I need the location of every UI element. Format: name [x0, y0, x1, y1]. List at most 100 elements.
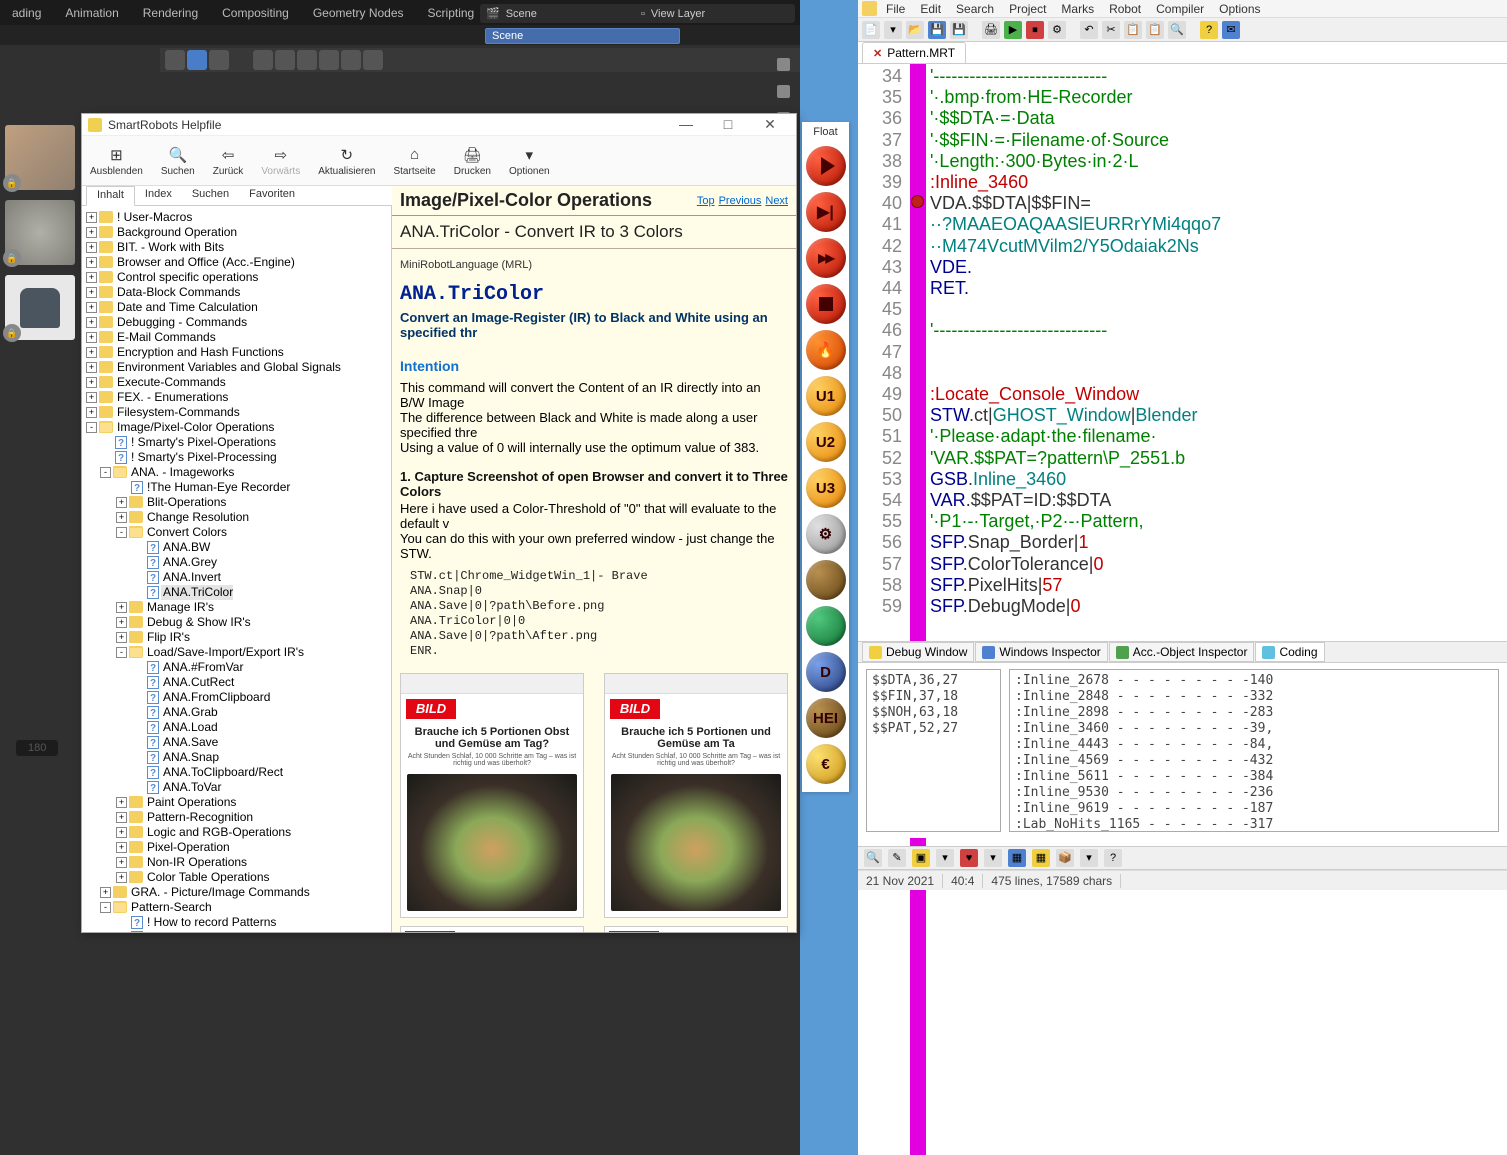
tree-item[interactable]: ANA.Invert	[84, 570, 389, 585]
dropdown-icon[interactable]: ▾	[984, 849, 1002, 867]
tree-expander[interactable]: -	[86, 422, 97, 433]
tree-item[interactable]: +Debugging - Commands	[84, 315, 389, 330]
tree-item[interactable]: +Paint Operations	[84, 795, 389, 810]
outliner-toggle-icon[interactable]	[777, 85, 790, 98]
tree-item[interactable]: +Change Resolution	[84, 510, 389, 525]
tree-item[interactable]: +Browser and Office (Acc.-Engine)	[84, 255, 389, 270]
tree-item[interactable]: ANA.BW	[84, 540, 389, 555]
tree-item[interactable]: +Blit-Operations	[84, 495, 389, 510]
ide-run-icon[interactable]: ▶	[1004, 21, 1022, 39]
float-d-button[interactable]: D	[806, 652, 846, 692]
tree-expander[interactable]: +	[86, 257, 97, 268]
tree-item[interactable]: +E-Mail Commands	[84, 330, 389, 345]
tool-icon[interactable]: 🔍	[864, 849, 882, 867]
tree-item[interactable]: ANA.Save	[84, 735, 389, 750]
tool-icon[interactable]: ▣	[912, 849, 930, 867]
tree-expander[interactable]: +	[100, 887, 111, 898]
help-tool-optionen[interactable]: ▾Optionen	[509, 145, 550, 177]
tree-expander[interactable]: +	[116, 827, 127, 838]
tree-expander[interactable]: +	[116, 857, 127, 868]
float-fastforward-button[interactable]	[806, 238, 846, 278]
help-tab-favorites[interactable]: Favoriten	[239, 186, 305, 205]
tool-icon[interactable]	[187, 50, 207, 70]
ide-copy-icon[interactable]: 📋	[1124, 21, 1142, 39]
tree-expander[interactable]: +	[116, 797, 127, 808]
help-tool-drucken[interactable]: 🖨Drucken	[454, 145, 491, 177]
blender-menu-item[interactable]: Rendering	[131, 6, 210, 20]
ide-code-area[interactable]: '-----------------------------'·.bmp·fro…	[926, 64, 1507, 1155]
tool-icon[interactable]	[363, 50, 383, 70]
tree-expander[interactable]: -	[116, 647, 127, 658]
ide-editor-tab[interactable]: ✕ Pattern.MRT	[862, 42, 966, 63]
maximize-button[interactable]: □	[708, 116, 748, 134]
help-tool-suchen[interactable]: 🔍Suchen	[161, 145, 195, 177]
tree-item[interactable]: ANA.Grey	[84, 555, 389, 570]
ide-menu-item[interactable]: Edit	[914, 2, 947, 16]
ide-menu-item[interactable]: Marks	[1055, 2, 1100, 16]
tab-windows-inspector[interactable]: Windows Inspector	[975, 642, 1107, 662]
float-euro-button[interactable]: €	[806, 744, 846, 784]
ide-paste-icon[interactable]: 📋	[1146, 21, 1164, 39]
tree-item[interactable]: ANA.Load	[84, 720, 389, 735]
tree-item[interactable]: +Environment Variables and Global Signal…	[84, 360, 389, 375]
help-tool-startseite[interactable]: ⌂Startseite	[393, 145, 435, 177]
blender-viewlayer-select[interactable]: ▫ View Layer	[635, 4, 795, 23]
tree-item[interactable]: !The Human-Eye Recorder	[84, 480, 389, 495]
tree-expander[interactable]: +	[86, 347, 97, 358]
nav-next-link[interactable]: Next	[765, 195, 788, 207]
float-button-bar[interactable]: Float 🔥 U1 U2 U3 ⚙ D HEI €	[802, 122, 849, 792]
tree-item[interactable]: -Convert Colors	[84, 525, 389, 540]
float-u3-button[interactable]: U3	[806, 468, 846, 508]
float-u2-button[interactable]: U2	[806, 422, 846, 462]
asset-thumbnail[interactable]: 🔒	[5, 200, 75, 265]
tree-expander[interactable]: +	[86, 212, 97, 223]
ide-stop-icon[interactable]: ⏹	[1026, 21, 1044, 39]
tab-debug-window[interactable]: Debug Window	[862, 642, 974, 662]
tree-item[interactable]: ANA.Snap	[84, 750, 389, 765]
ide-menu-item[interactable]: Project	[1003, 2, 1052, 16]
tree-item[interactable]: +Encryption and Hash Functions	[84, 345, 389, 360]
tree-item[interactable]: +Filesystem-Commands	[84, 405, 389, 420]
float-wait-button[interactable]	[806, 606, 846, 646]
tree-item[interactable]: -Load/Save-Import/Export IR's	[84, 645, 389, 660]
tree-item[interactable]: GFP. - Get Find Parameter	[84, 930, 389, 932]
tree-expander[interactable]: +	[116, 632, 127, 643]
tree-item[interactable]: ANA.ToVar	[84, 780, 389, 795]
tree-expander[interactable]: +	[116, 812, 127, 823]
tool-icon[interactable]	[275, 50, 295, 70]
tree-expander[interactable]: +	[86, 392, 97, 403]
tool-icon[interactable]: ▦	[1008, 849, 1026, 867]
tree-item[interactable]: +Color Table Operations	[84, 870, 389, 885]
outliner-toggle-icon[interactable]	[777, 58, 790, 71]
tab-acc-inspector[interactable]: Acc.-Object Inspector	[1109, 642, 1255, 662]
ide-breakpoint-margin[interactable]	[910, 64, 926, 1155]
tree-item[interactable]: +Pattern-Recognition	[84, 810, 389, 825]
asset-thumbnail[interactable]: 🔒	[5, 125, 75, 190]
tree-expander[interactable]: +	[86, 407, 97, 418]
float-play-button[interactable]	[806, 146, 846, 186]
tool-icon[interactable]: 📦	[1056, 849, 1074, 867]
tool-icon[interactable]	[253, 50, 273, 70]
float-stop-button[interactable]	[806, 284, 846, 324]
ide-undo-icon[interactable]: ↶	[1080, 21, 1098, 39]
float-gear-button[interactable]: ⚙	[806, 514, 846, 554]
tree-item[interactable]: ANA.TriColor	[84, 585, 389, 600]
tool-icon[interactable]	[319, 50, 339, 70]
tool-icon[interactable]: ♥	[960, 849, 978, 867]
tool-icon[interactable]	[209, 50, 229, 70]
tool-icon[interactable]: ▦	[1032, 849, 1050, 867]
ide-labels-pane[interactable]: :Inline_2678 - - - - - - - - -140 :Inlin…	[1009, 669, 1499, 832]
tool-icon[interactable]	[297, 50, 317, 70]
tree-item[interactable]: +BIT. - Work with Bits	[84, 240, 389, 255]
blender-scene-input[interactable]: Scene	[485, 28, 680, 44]
tree-expander[interactable]: +	[86, 272, 97, 283]
blender-menu-item[interactable]: Geometry Nodes	[301, 6, 416, 20]
ide-open-icon[interactable]: 📂	[906, 21, 924, 39]
tree-expander[interactable]: +	[116, 512, 127, 523]
ide-cut-icon[interactable]: ✂	[1102, 21, 1120, 39]
tree-expander[interactable]: +	[116, 872, 127, 883]
tree-expander[interactable]: -	[100, 902, 111, 913]
tree-expander[interactable]: +	[86, 242, 97, 253]
ide-menu-item[interactable]: File	[880, 2, 911, 16]
help-tree[interactable]: +! User-Macros+Background Operation+BIT.…	[82, 206, 392, 932]
